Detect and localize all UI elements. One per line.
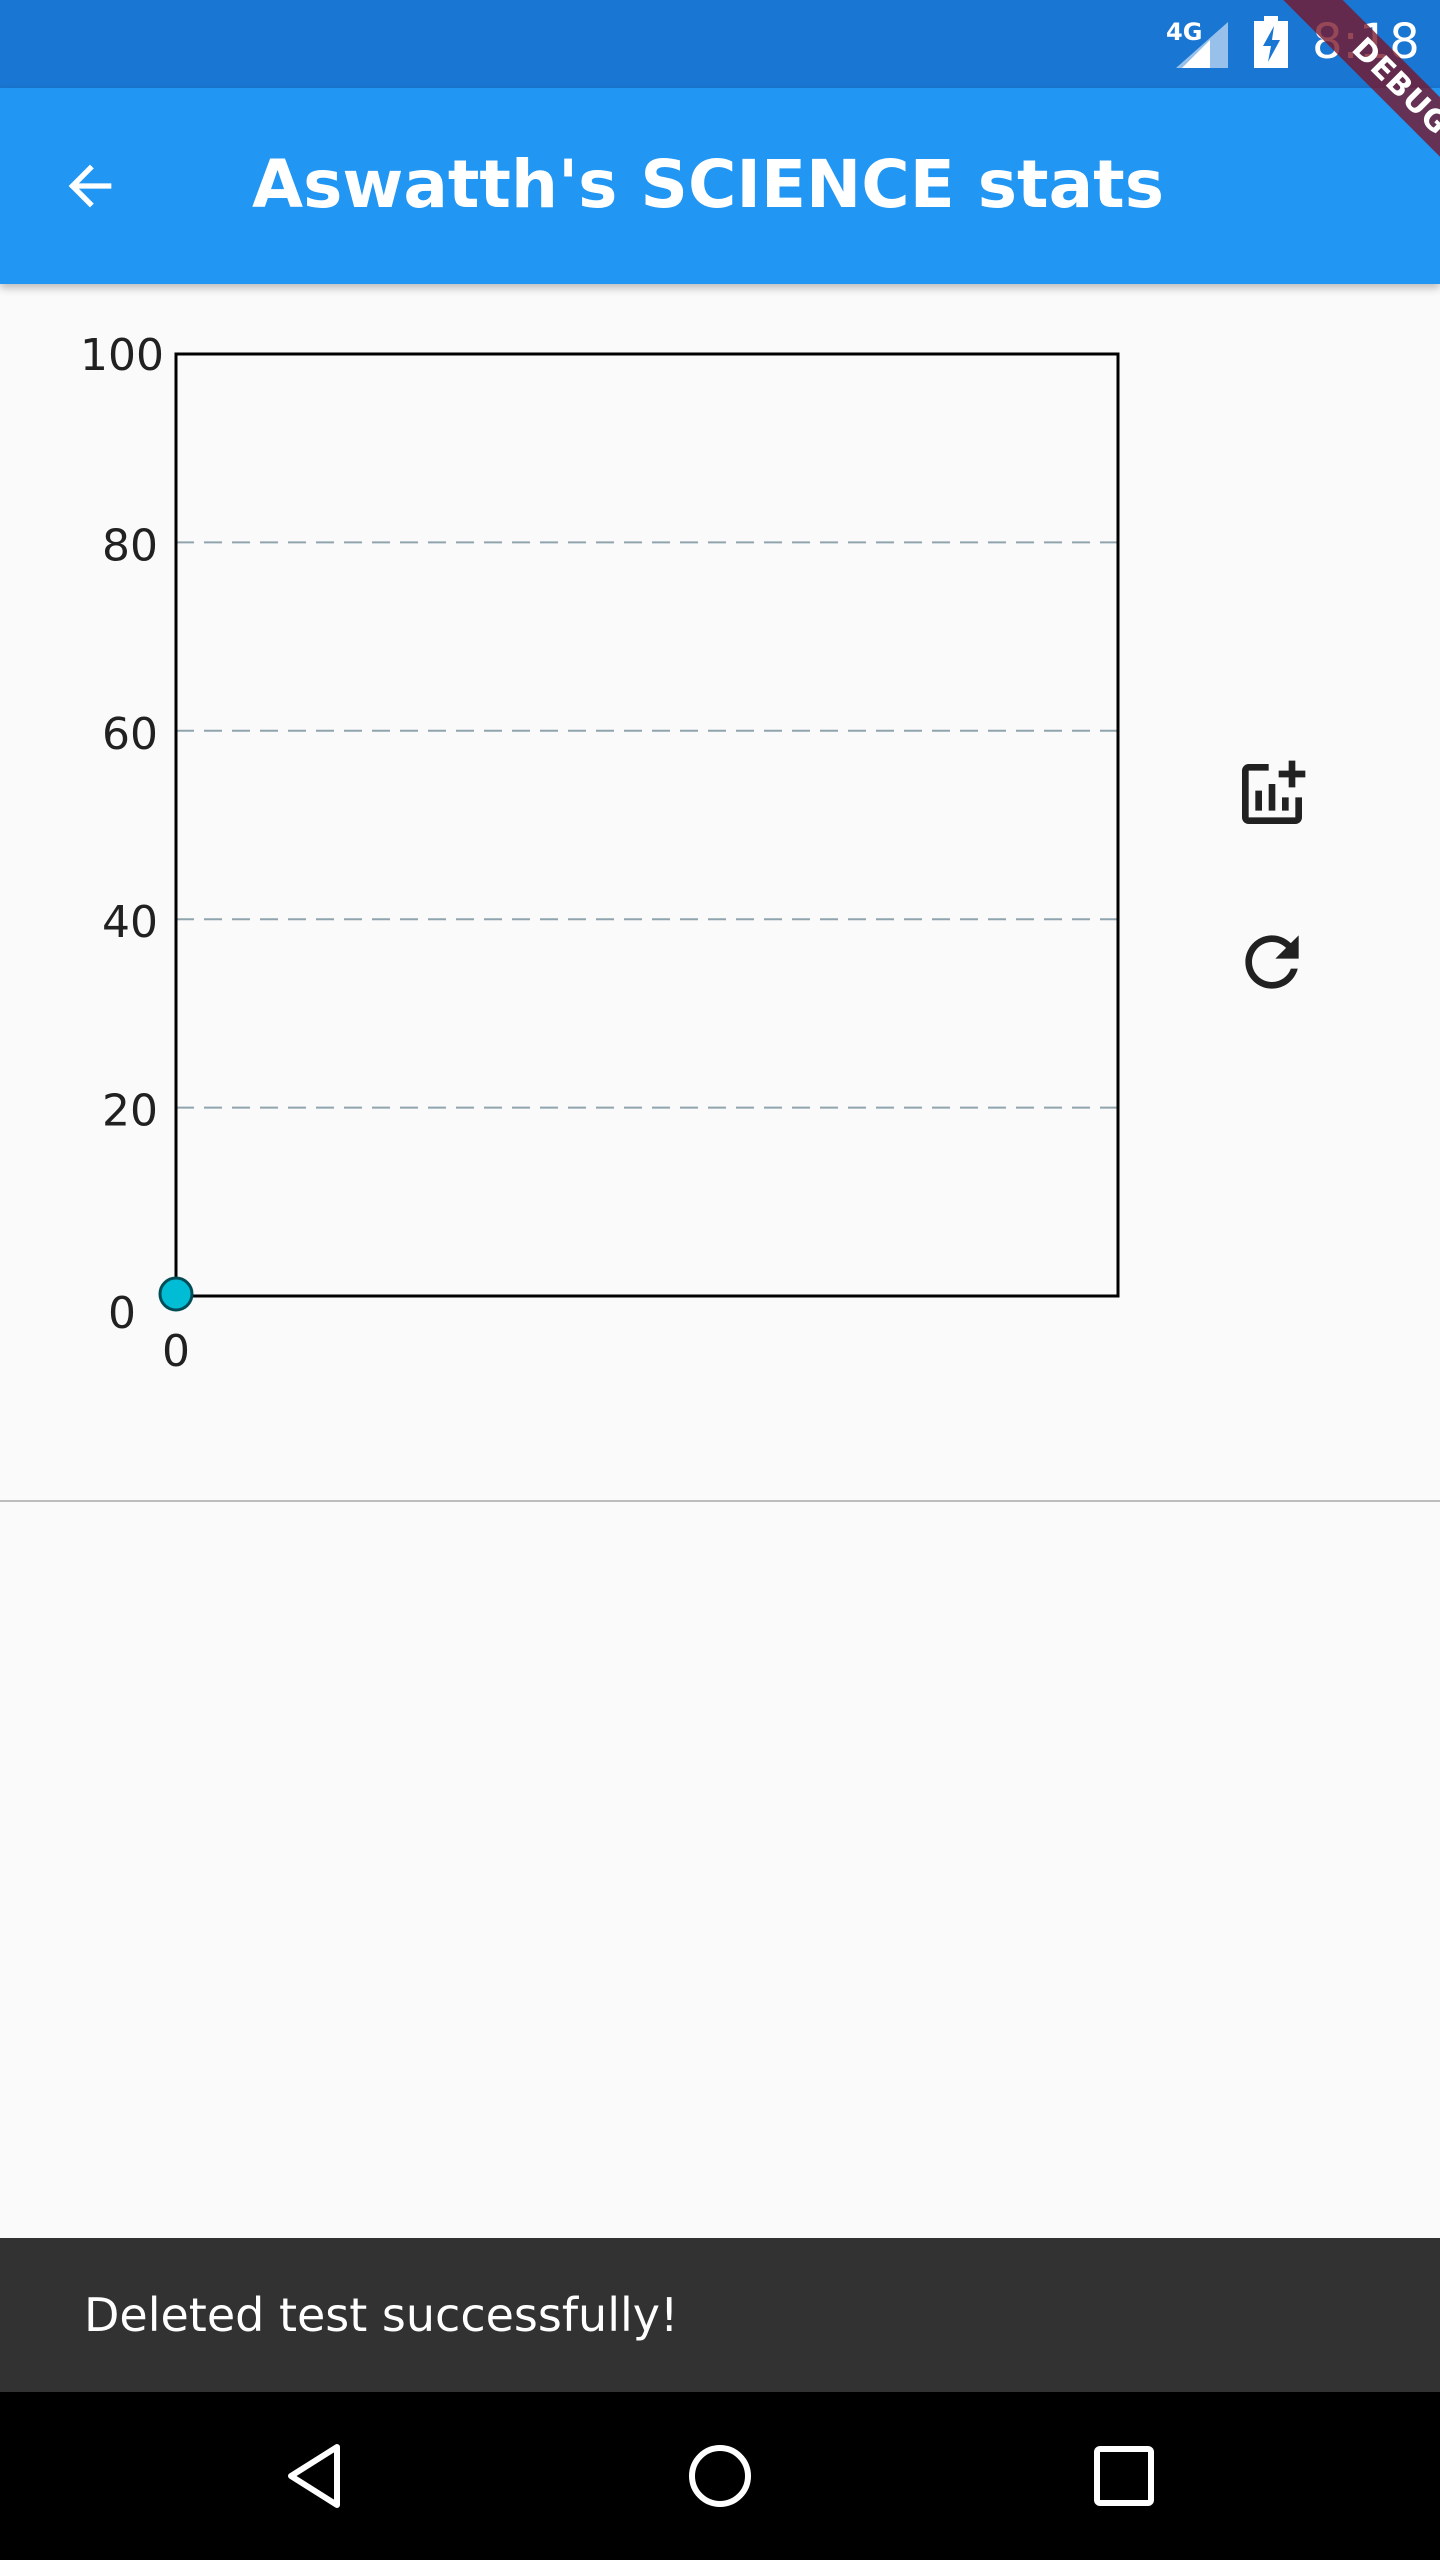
nav-home-icon (689, 2445, 751, 2507)
y-tick-label: 80 (102, 520, 158, 571)
y-tick-label: 100 (80, 330, 164, 381)
battery-charging-icon (1254, 16, 1288, 68)
section-divider (0, 1500, 1440, 1502)
snackbar-message: Deleted test successfully! (84, 2288, 679, 2342)
data-point (158, 1276, 194, 1312)
snackbar: Deleted test successfully! (0, 2238, 1440, 2392)
app-bar: Aswatth's SCIENCE stats (0, 88, 1440, 284)
arrow-back-icon (68, 164, 112, 208)
page-title: Aswatth's SCIENCE stats (252, 146, 1164, 223)
nav-back-icon (288, 2444, 340, 2508)
y-tick-label: 40 (102, 897, 158, 948)
refresh-button[interactable] (1222, 912, 1322, 1012)
y-tick-label: 60 (102, 709, 158, 760)
add-chart-icon (1242, 760, 1306, 824)
y-tick-label: 0 (108, 1288, 136, 1339)
back-button[interactable] (40, 136, 140, 236)
x-tick-label: 0 (162, 1326, 190, 1377)
nav-recents-icon (1094, 2446, 1154, 2506)
screen: 4G 8:18 DEBUG Aswatth's SCIENCE stats 02… (0, 0, 1440, 2560)
signal-icon (1176, 22, 1228, 68)
system-nav-bar (0, 2392, 1440, 2560)
nav-home-button[interactable] (670, 2426, 770, 2526)
y-tick-label: 20 (102, 1086, 158, 1137)
status-clock: 8:18 (1312, 14, 1420, 70)
plot-frame (174, 352, 1120, 1298)
nav-back-button[interactable] (266, 2426, 366, 2526)
progress-chart: 0 20 40 60 80 100 0 (80, 330, 1120, 1377)
nav-recents-button[interactable] (1074, 2426, 1174, 2526)
status-bar: 4G 8:18 (0, 0, 1440, 88)
refresh-icon (1245, 935, 1299, 989)
add-test-button[interactable] (1222, 744, 1322, 844)
